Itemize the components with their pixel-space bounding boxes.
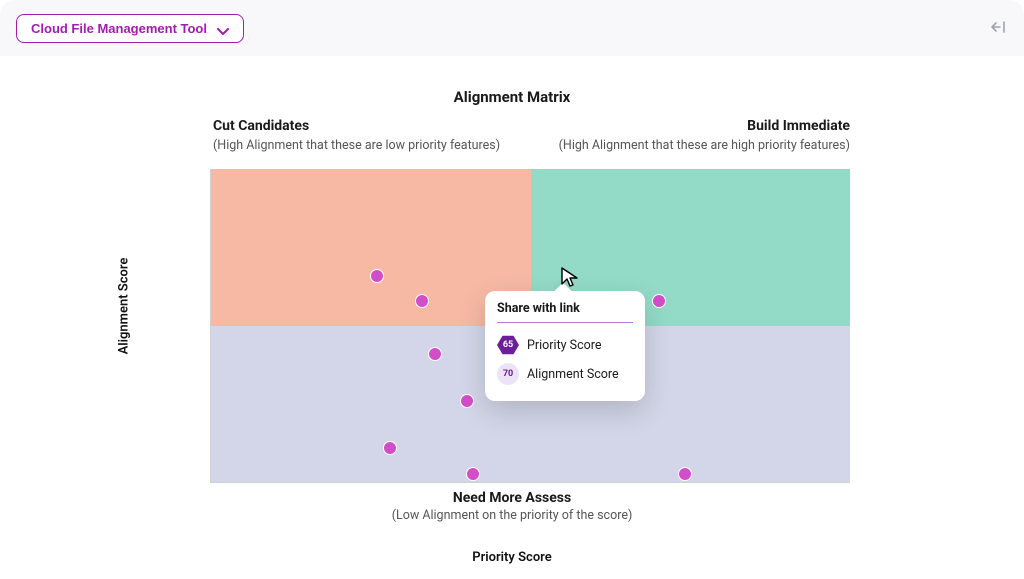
filter-dropdown-button[interactable]: Cloud File Management Tool bbox=[16, 14, 244, 43]
y-axis-label: Alignment Score bbox=[117, 258, 132, 355]
quadrant-bottom-subtitle: (Low Alignment on the priority of the sc… bbox=[392, 508, 633, 523]
scatter-point[interactable] bbox=[415, 294, 429, 308]
scatter-point[interactable] bbox=[383, 441, 397, 455]
tooltip-priority-label: Priority Score bbox=[527, 338, 602, 353]
collapse-icon[interactable] bbox=[990, 19, 1008, 38]
quadrant-top-right-subtitle: (High Alignment that these are high prio… bbox=[559, 138, 850, 153]
quadrant-top-right-title: Build Immediate bbox=[747, 118, 850, 134]
scatter-point[interactable] bbox=[460, 394, 474, 408]
scatter-point[interactable] bbox=[428, 347, 442, 361]
x-axis-label: Priority Score bbox=[472, 550, 552, 565]
tooltip-alignment-row: 70 Alignment Score bbox=[497, 359, 633, 389]
circle-badge-icon: 70 bbox=[497, 363, 519, 385]
quadrant-cut-candidates bbox=[211, 169, 531, 326]
quadrant-top-left-subtitle: (High Alignment that these are low prior… bbox=[213, 138, 500, 153]
tooltip-priority-row: 65 Priority Score bbox=[497, 331, 633, 359]
filter-label: Cloud File Management Tool bbox=[31, 21, 207, 36]
tooltip-feature-name: Share with link bbox=[497, 301, 633, 323]
chevron-down-icon bbox=[217, 24, 229, 32]
quadrant-bottom-title: Need More Assess bbox=[453, 490, 571, 506]
quadrant-top-left-title: Cut Candidates bbox=[213, 118, 309, 134]
hexagon-badge-icon: 65 bbox=[497, 335, 519, 355]
top-bar: Cloud File Management Tool bbox=[0, 0, 1024, 56]
scatter-point[interactable] bbox=[466, 467, 480, 481]
scatter-point[interactable] bbox=[370, 269, 384, 283]
scatter-point[interactable] bbox=[652, 294, 666, 308]
point-tooltip: Share with link 65 Priority Score 70 Ali… bbox=[485, 291, 645, 401]
scatter-point[interactable] bbox=[678, 467, 692, 481]
tooltip-alignment-label: Alignment Score bbox=[527, 367, 619, 382]
chart-area: Alignment Matrix Cut Candidates (High Al… bbox=[0, 56, 1024, 579]
chart-title: Alignment Matrix bbox=[0, 88, 1024, 106]
